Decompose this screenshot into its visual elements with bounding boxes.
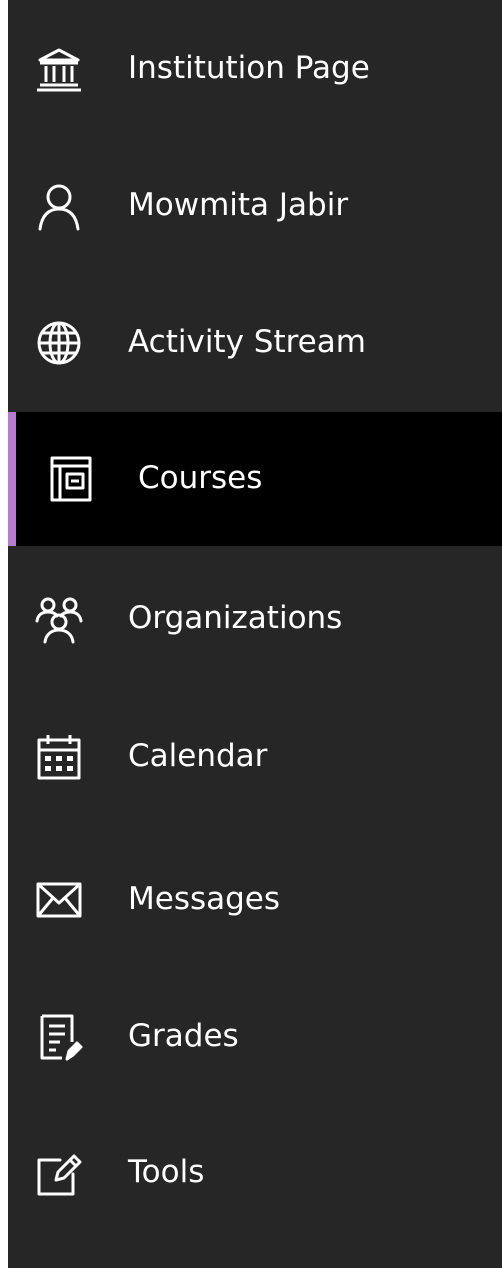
user-icon xyxy=(34,181,84,231)
nav-label: Institution Page xyxy=(128,50,370,86)
nav-label: Courses xyxy=(138,460,263,496)
nav-item-institution-page[interactable]: Institution Page xyxy=(8,2,502,136)
nav-item-courses[interactable]: Courses xyxy=(8,412,502,546)
nav-item-messages[interactable]: Messages xyxy=(8,833,502,967)
nav-label: Grades xyxy=(128,1018,239,1054)
institution-icon xyxy=(34,44,84,94)
nav-label: Activity Stream xyxy=(128,324,366,360)
organizations-icon xyxy=(34,594,84,644)
nav-item-profile[interactable]: Mowmita Jabir xyxy=(8,139,502,273)
nav-item-organizations[interactable]: Organizations xyxy=(8,552,502,686)
grades-icon xyxy=(34,1012,84,1062)
nav-label: Messages xyxy=(128,881,281,917)
nav-item-calendar[interactable]: Calendar xyxy=(8,690,502,824)
globe-icon xyxy=(34,318,84,368)
envelope-icon xyxy=(34,875,84,925)
nav-label: Organizations xyxy=(128,600,343,636)
nav-item-grades[interactable]: Grades xyxy=(8,970,502,1104)
nav-label: Tools xyxy=(128,1154,205,1190)
nav-label: Mowmita Jabir xyxy=(128,187,349,223)
courses-icon xyxy=(46,454,96,504)
nav-item-tools[interactable]: Tools xyxy=(8,1106,502,1240)
nav-item-activity-stream[interactable]: Activity Stream xyxy=(8,276,502,410)
calendar-icon xyxy=(34,732,84,782)
nav-label: Calendar xyxy=(128,738,268,774)
side-navigation: Institution Page Mowmita Jabir Activity … xyxy=(8,0,502,1268)
tools-icon xyxy=(34,1148,84,1198)
